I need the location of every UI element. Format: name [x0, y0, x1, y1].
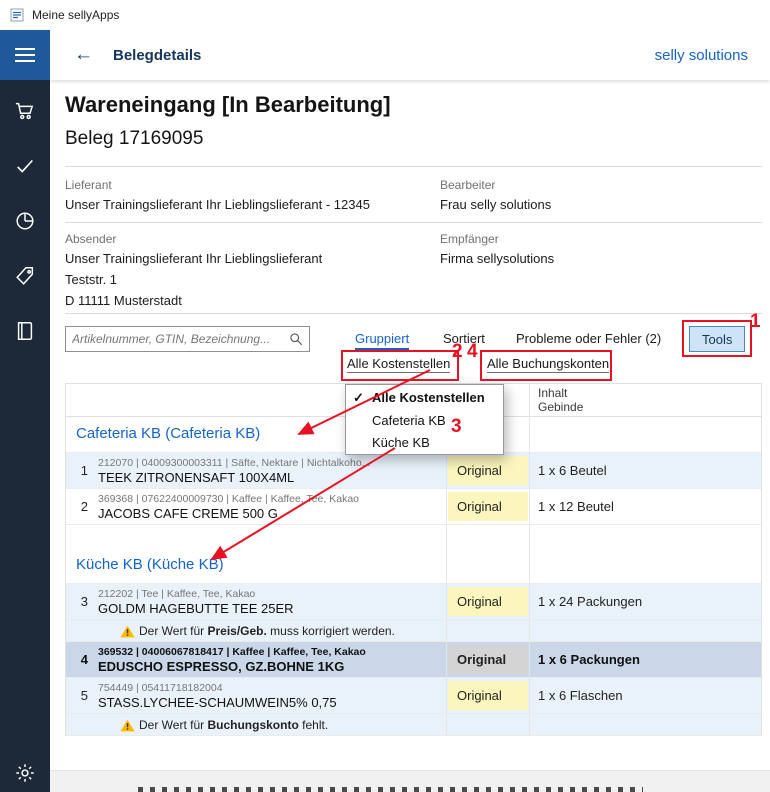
status-badge: Original: [448, 645, 528, 674]
table-row-5[interactable]: 5 754449 | 05411718182004 STASS.LYCHEE-S…: [66, 678, 761, 714]
row-number: 4: [66, 652, 88, 667]
annotation-number-4: 4: [467, 341, 478, 363]
header-bar: ← Belegdetails selly solutions: [50, 30, 770, 80]
empfaenger-value: Firma sellysolutions: [440, 251, 554, 266]
row-number: 3: [66, 594, 88, 609]
row-name: TEEK ZITRONENSAFT 100X4ML: [98, 470, 294, 485]
group-cafeteria-title: Cafeteria KB (Cafeteria KB): [76, 425, 260, 442]
row-content: 1 x 6 Flaschen: [538, 688, 623, 703]
tab-gruppiert[interactable]: Gruppiert: [355, 331, 409, 350]
header-gebinde: Gebinde: [538, 400, 583, 414]
hamburger-menu-button[interactable]: [0, 30, 50, 80]
warning-row-buchungskonto: Der Wert für Buchungskonto fehlt.: [66, 714, 761, 736]
row-meta: 369532 | 04006067818417 | Kaffee | Kaffe…: [98, 646, 366, 658]
row-meta: 369368 | 07622400009730 | Kaffee | Kaffe…: [98, 493, 359, 505]
search-input[interactable]: [66, 332, 289, 346]
settings-gear-icon[interactable]: [14, 762, 36, 784]
warning-text: Der Wert für Buchungskonto fehlt.: [139, 718, 328, 732]
row-number: 5: [66, 688, 88, 703]
bottom-strip: [50, 770, 770, 792]
table-row-3[interactable]: 3 212202 | Tee | Kaffee, Tee, Kakao GOLD…: [66, 584, 761, 620]
warning-icon: [120, 625, 135, 643]
table-row-2[interactable]: 2 369368 | 07622400009730 | Kaffee | Kaf…: [66, 489, 761, 525]
lieferant-value: Unser Trainingslieferant Ihr Lieblingsli…: [65, 197, 370, 212]
row-name: GOLDM HAGEBUTTE TEE 25ER: [98, 601, 294, 616]
tag-icon[interactable]: [14, 265, 36, 287]
tab-sortiert[interactable]: Sortiert: [443, 331, 485, 346]
book-icon[interactable]: [14, 320, 36, 342]
status-badge: Original: [448, 492, 528, 521]
app-window: Meine sellyApps ← Belegdetails selly sol…: [0, 0, 770, 792]
row-number: 2: [66, 499, 88, 514]
row-name: STASS.LYCHEE-SCHAUMWEIN5% 0,75: [98, 695, 337, 710]
page-title: Belegdetails: [113, 47, 201, 64]
warning-row-preis: Der Wert für Preis/Geb. muss korrigiert …: [66, 620, 761, 642]
row-content: 1 x 6 Packungen: [538, 652, 640, 667]
column-divider: [529, 384, 530, 735]
titlebar: Meine sellyApps: [0, 0, 770, 30]
status-badge: Original: [448, 587, 528, 616]
table-row-4-selected[interactable]: 4 369532 | 04006067818417 | Kaffee | Kaf…: [66, 642, 761, 678]
buchungskonten-filter-dropdown[interactable]: Alle Buchungskonten: [487, 356, 609, 373]
kostenstellen-filter-dropdown[interactable]: Alle Kostenstellen: [347, 356, 450, 373]
doc-subtitle: Beleg 17169095: [65, 128, 203, 150]
divider: [65, 166, 762, 167]
divider: [65, 313, 762, 314]
sidebar: [0, 80, 50, 792]
checkmark-icon: ✓: [353, 385, 364, 410]
absender-label: Absender: [65, 232, 116, 246]
cart-icon[interactable]: [14, 100, 36, 122]
clipped-text-fragment: [138, 787, 643, 792]
empfaenger-label: Empfänger: [440, 232, 499, 246]
window-title: Meine sellyApps: [32, 8, 119, 22]
row-number: 1: [66, 463, 88, 478]
doc-title: Wareneingang [In Bearbeitung]: [65, 92, 391, 118]
row-meta: 212070 | 04009300003311 | Säfte, Nektare…: [98, 457, 370, 469]
app-icon: [10, 8, 24, 22]
row-name: EDUSCHO ESPRESSO, GZ.BOHNE 1KG: [98, 659, 344, 674]
flyout-item-kueche-kb[interactable]: Küche KB: [346, 432, 503, 454]
group-kueche: Küche KB (Küche KB): [66, 525, 761, 584]
divider: [65, 222, 762, 223]
row-meta: 212202 | Tee | Kaffee, Tee, Kakao: [98, 588, 255, 600]
absender-line1: Unser Trainingslieferant Ihr Lieblingsli…: [65, 251, 322, 266]
search-box: [65, 326, 310, 352]
main-content: Wareneingang [In Bearbeitung] Beleg 1716…: [50, 80, 770, 792]
table-row-1[interactable]: 1 212070 | 04009300003311 | Säfte, Nekta…: [66, 453, 761, 489]
row-content: 1 x 24 Packungen: [538, 594, 642, 609]
absender-line2: Teststr. 1: [65, 272, 117, 287]
row-meta: 754449 | 05411718182004: [98, 682, 223, 694]
annotation-number-1: 1: [750, 311, 761, 333]
header-inhalt: Inhalt: [538, 386, 567, 400]
kostenstellen-flyout: ✓ Alle Kostenstellen Cafeteria KB Küche …: [345, 384, 504, 455]
absender-line3: D 11111 Musterstadt: [65, 293, 182, 308]
tools-button[interactable]: Tools: [689, 326, 745, 352]
tab-probleme[interactable]: Probleme oder Fehler (2): [516, 331, 661, 346]
flyout-item-alle-kostenstellen[interactable]: ✓ Alle Kostenstellen: [346, 385, 503, 410]
row-content: 1 x 12 Beutel: [538, 499, 614, 514]
back-button[interactable]: ←: [74, 44, 93, 66]
lieferant-label: Lieferant: [65, 178, 112, 192]
warning-text: Der Wert für Preis/Geb. muss korrigiert …: [139, 624, 395, 638]
pie-chart-icon[interactable]: [14, 210, 36, 232]
status-badge: Original: [448, 681, 528, 710]
search-icon[interactable]: [289, 332, 303, 346]
row-content: 1 x 6 Beutel: [538, 463, 607, 478]
warning-icon: [120, 719, 135, 737]
status-badge: Original: [448, 456, 528, 485]
row-name: JACOBS CAFE CREME 500 G: [98, 506, 278, 521]
bearbeiter-label: Bearbeiter: [440, 178, 495, 192]
annotation-number-2: 2: [452, 341, 463, 363]
flyout-item-cafeteria-kb[interactable]: Cafeteria KB: [346, 410, 503, 432]
check-icon[interactable]: [14, 155, 36, 177]
annotation-number-3: 3: [451, 416, 462, 438]
group-kueche-title: Küche KB (Küche KB): [76, 556, 224, 573]
bearbeiter-value: Frau selly solutions: [440, 197, 551, 212]
brand-label: selly solutions: [655, 47, 748, 64]
